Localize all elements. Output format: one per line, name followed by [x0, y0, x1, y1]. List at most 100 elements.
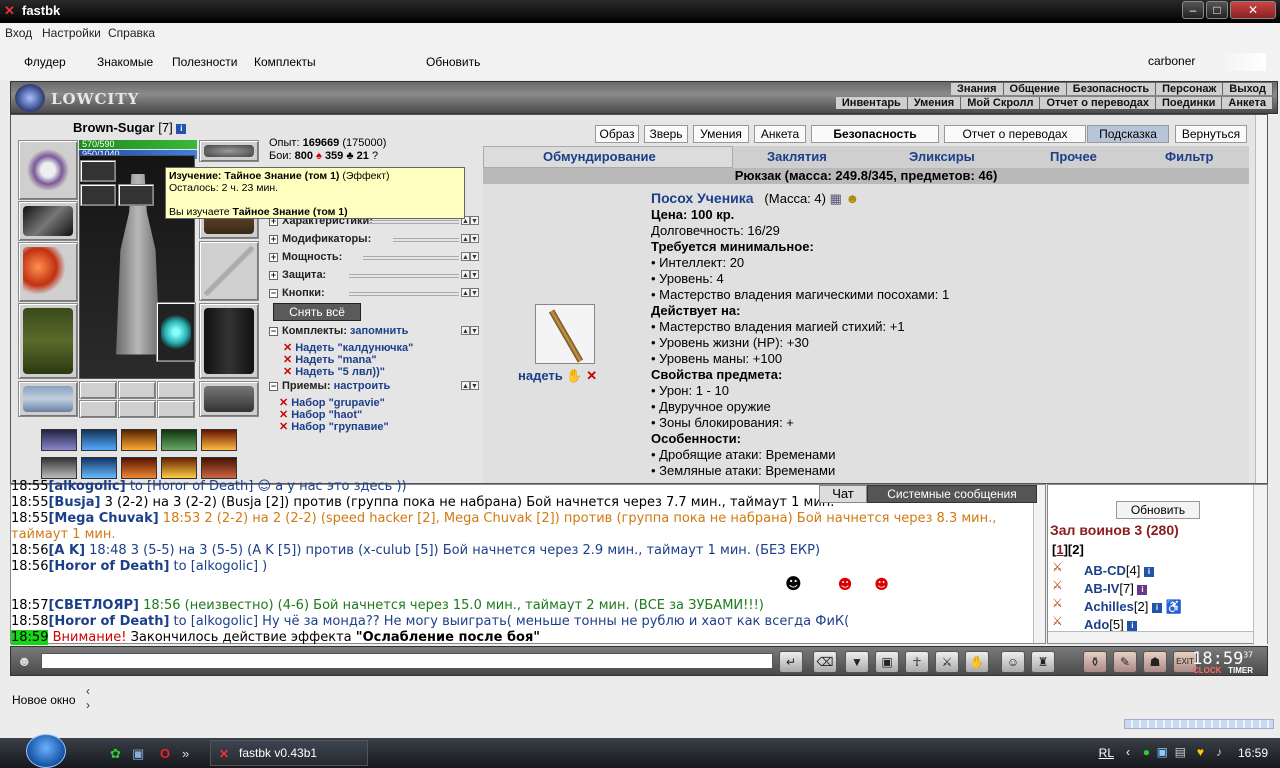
fighter-icon[interactable]: ☥ [905, 651, 929, 673]
smiley-icon[interactable]: ☺ [1001, 651, 1025, 673]
slot-weapon[interactable] [18, 242, 78, 302]
page-2[interactable]: 2 [1072, 542, 1079, 557]
nav-character[interactable]: Персонаж [1156, 83, 1224, 95]
tab-system-messages[interactable]: Системные сообщения [867, 485, 1037, 503]
menu-login[interactable]: Вход [5, 26, 32, 40]
spell-slot-6[interactable] [41, 457, 77, 479]
menu-help[interactable]: Справка [108, 26, 155, 40]
spell-slot-9[interactable] [161, 457, 197, 479]
security-button[interactable]: Безопасность [811, 125, 939, 143]
player-row[interactable]: AB-CD[4] i [1084, 563, 1154, 578]
refresh-button[interactable]: Обновить [426, 55, 480, 69]
section-tricks[interactable]: − Приемы: настроить ▲ ▼ [269, 380, 481, 394]
nav-communication[interactable]: Общение [1003, 83, 1067, 95]
slot-offhand[interactable] [199, 241, 259, 301]
player-row[interactable]: Ado[5] i [1084, 617, 1138, 632]
start-button[interactable] [26, 734, 66, 768]
expand-icon[interactable]: + [269, 270, 278, 280]
nav-security[interactable]: Безопасность [1066, 83, 1157, 95]
item-image[interactable] [535, 304, 595, 364]
slot-small-6[interactable] [157, 400, 195, 418]
scroll-icon[interactable]: ✎ [1113, 651, 1137, 673]
chevron-left-icon[interactable]: ‹ [1126, 745, 1130, 759]
chevron-right-icon[interactable]: › [86, 698, 90, 712]
slot-armor[interactable] [18, 303, 78, 379]
fight-icon[interactable]: ⚔ [1052, 615, 1072, 627]
collapse-icon[interactable]: − [269, 326, 278, 336]
player-row[interactable]: Achilles[2] i ♿ [1084, 599, 1182, 615]
utilities-button[interactable]: Полезности [172, 55, 237, 69]
nav-duels[interactable]: Поединки [1156, 97, 1223, 109]
page-1[interactable]: 1 [1056, 542, 1063, 557]
slot-helmet[interactable] [199, 140, 259, 162]
filter-icon[interactable]: ▼ [845, 651, 869, 673]
spell-slot-8[interactable] [121, 457, 157, 479]
set-link-3[interactable]: ✕ Надеть "5 лвл))" [283, 365, 385, 378]
nav-knowledge[interactable]: Знания [951, 83, 1004, 95]
slot-small-4[interactable] [79, 400, 117, 418]
spell-slot-3[interactable] [121, 429, 157, 451]
minimize-button[interactable]: – [1182, 1, 1204, 19]
spell-slot-4[interactable] [161, 429, 197, 451]
hint-button[interactable]: Подсказка [1087, 125, 1169, 143]
language-indicator[interactable]: RL [1099, 746, 1114, 760]
taskbar-item-fastbk[interactable]: ✕ fastbk v0.43b1 [210, 740, 368, 766]
slot-small-2[interactable] [118, 381, 156, 399]
slot-ring-2[interactable] [80, 184, 116, 206]
room-refresh-button[interactable]: Обновить [1116, 501, 1200, 519]
slot-ring-3[interactable] [118, 184, 154, 206]
nav-profile[interactable]: Анкета [1222, 97, 1273, 109]
opera-icon[interactable]: O [160, 746, 170, 761]
tab-other[interactable]: Прочее [1050, 149, 1097, 164]
drop-icon[interactable]: ✕ [586, 368, 597, 383]
section-sets[interactable]: − Комплекты: запомнить ▲ ▼ [269, 325, 481, 339]
wear-link[interactable]: надеть ✋ ✕ [518, 368, 597, 384]
group-icon[interactable]: ☗ [1143, 651, 1167, 673]
spell-slot-1[interactable] [41, 429, 77, 451]
section-modifiers[interactable]: + Модификаторы: ▲ ▼ [269, 233, 481, 247]
tab-filter[interactable]: Фильтр [1165, 149, 1214, 164]
chat-input[interactable] [41, 653, 773, 669]
tab-chat[interactable]: Чат [819, 485, 867, 503]
slot-gloves[interactable] [18, 201, 78, 241]
player-row[interactable]: AB-IV[7] i [1084, 581, 1148, 596]
head-icon[interactable]: ☻ [17, 653, 32, 669]
maximize-button[interactable]: □ [1206, 1, 1228, 19]
slot-ring-1[interactable] [80, 160, 116, 182]
slot-small-5[interactable] [118, 400, 156, 418]
notification-icon[interactable]: ♥ [1197, 745, 1204, 759]
send-icon[interactable]: ↵ [779, 651, 803, 673]
network-icon[interactable]: ▣ [1157, 745, 1168, 759]
collapse-icon[interactable]: − [269, 381, 278, 391]
volume-icon[interactable]: ♪ [1216, 745, 1222, 759]
spell-slot-5[interactable] [201, 429, 237, 451]
section-buttons[interactable]: − Кнопки: ▲ ▼ [269, 287, 481, 301]
nav-transfer-report[interactable]: Отчет о переводах [1040, 97, 1157, 109]
helmet-icon[interactable]: ♜ [1031, 651, 1055, 673]
image-button[interactable]: Образ [595, 125, 639, 143]
nav-inventory[interactable]: Инвентарь [835, 97, 908, 109]
spell-slot-7[interactable] [81, 457, 117, 479]
menu-settings[interactable]: Настройки [42, 26, 101, 40]
fight-icon[interactable]: ⚔ [1052, 579, 1072, 591]
new-window-link[interactable]: Новое окно [12, 693, 76, 707]
nav-my-scroll[interactable]: Мой Скролл [961, 97, 1041, 109]
expand-icon[interactable]: + [269, 252, 278, 262]
slot-amulet[interactable] [18, 140, 78, 200]
nav-skills[interactable]: Умения [907, 97, 962, 109]
trick-set-3[interactable]: ✕ Набор "групавие" [279, 420, 389, 433]
login-field[interactable]: carboner [1146, 53, 1266, 71]
system-time[interactable]: 16:59 [1238, 746, 1268, 760]
eraser-icon[interactable]: ⌫ [813, 651, 837, 673]
room-scrollbar[interactable] [1253, 485, 1267, 645]
potion-icon[interactable]: ⚱ [1083, 651, 1107, 673]
item-name[interactable]: Посох Ученика [651, 190, 754, 206]
spell-slot-10[interactable] [201, 457, 237, 479]
flooder-button[interactable]: Флудер [24, 55, 66, 69]
display-icon[interactable]: ▤ [1175, 745, 1186, 759]
slot-belt[interactable] [18, 381, 78, 417]
nav-exit[interactable]: Выход [1223, 83, 1273, 95]
chevron-left-icon[interactable]: ‹ [86, 684, 90, 698]
slot-shield[interactable] [156, 302, 196, 362]
slot-pants[interactable] [199, 303, 259, 379]
